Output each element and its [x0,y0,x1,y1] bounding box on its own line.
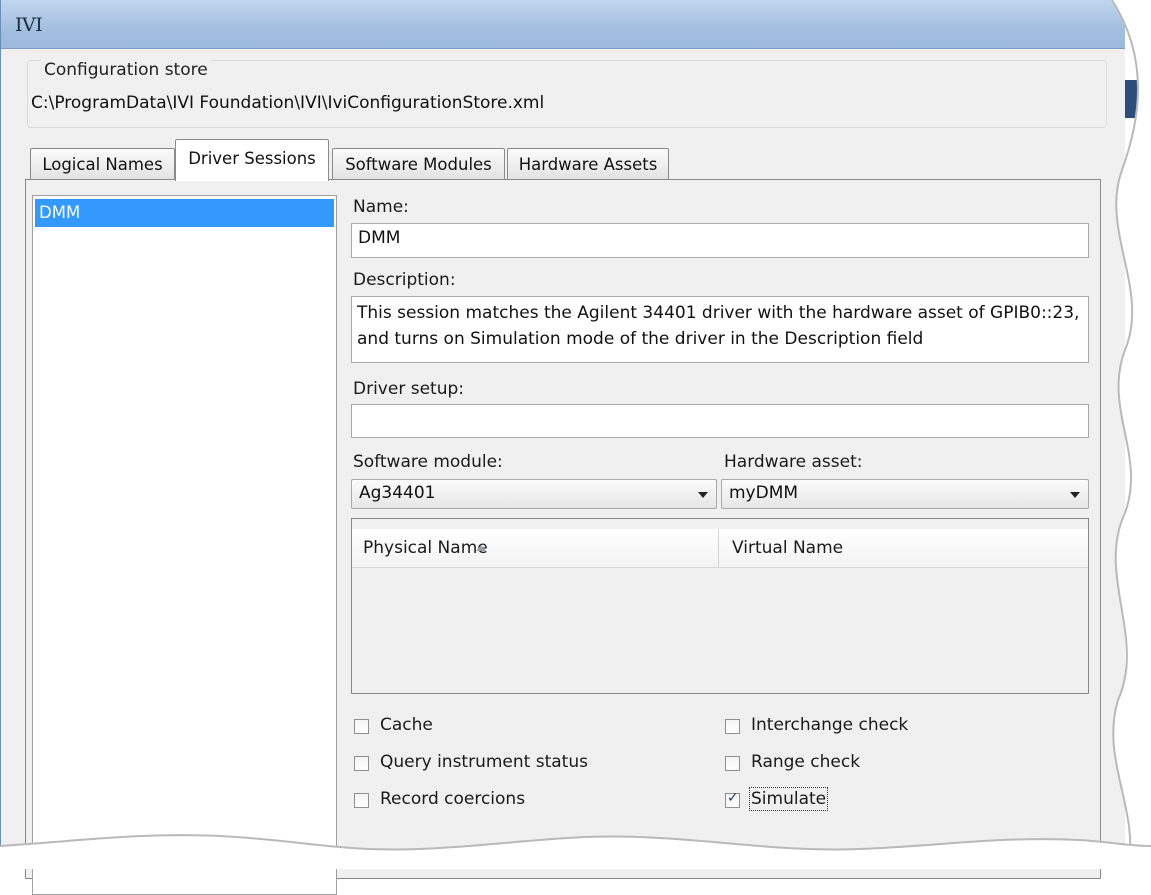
torn-edge-overlay [0,0,1151,869]
tab-driver-sessions[interactable]: Driver Sessions [175,139,329,181]
